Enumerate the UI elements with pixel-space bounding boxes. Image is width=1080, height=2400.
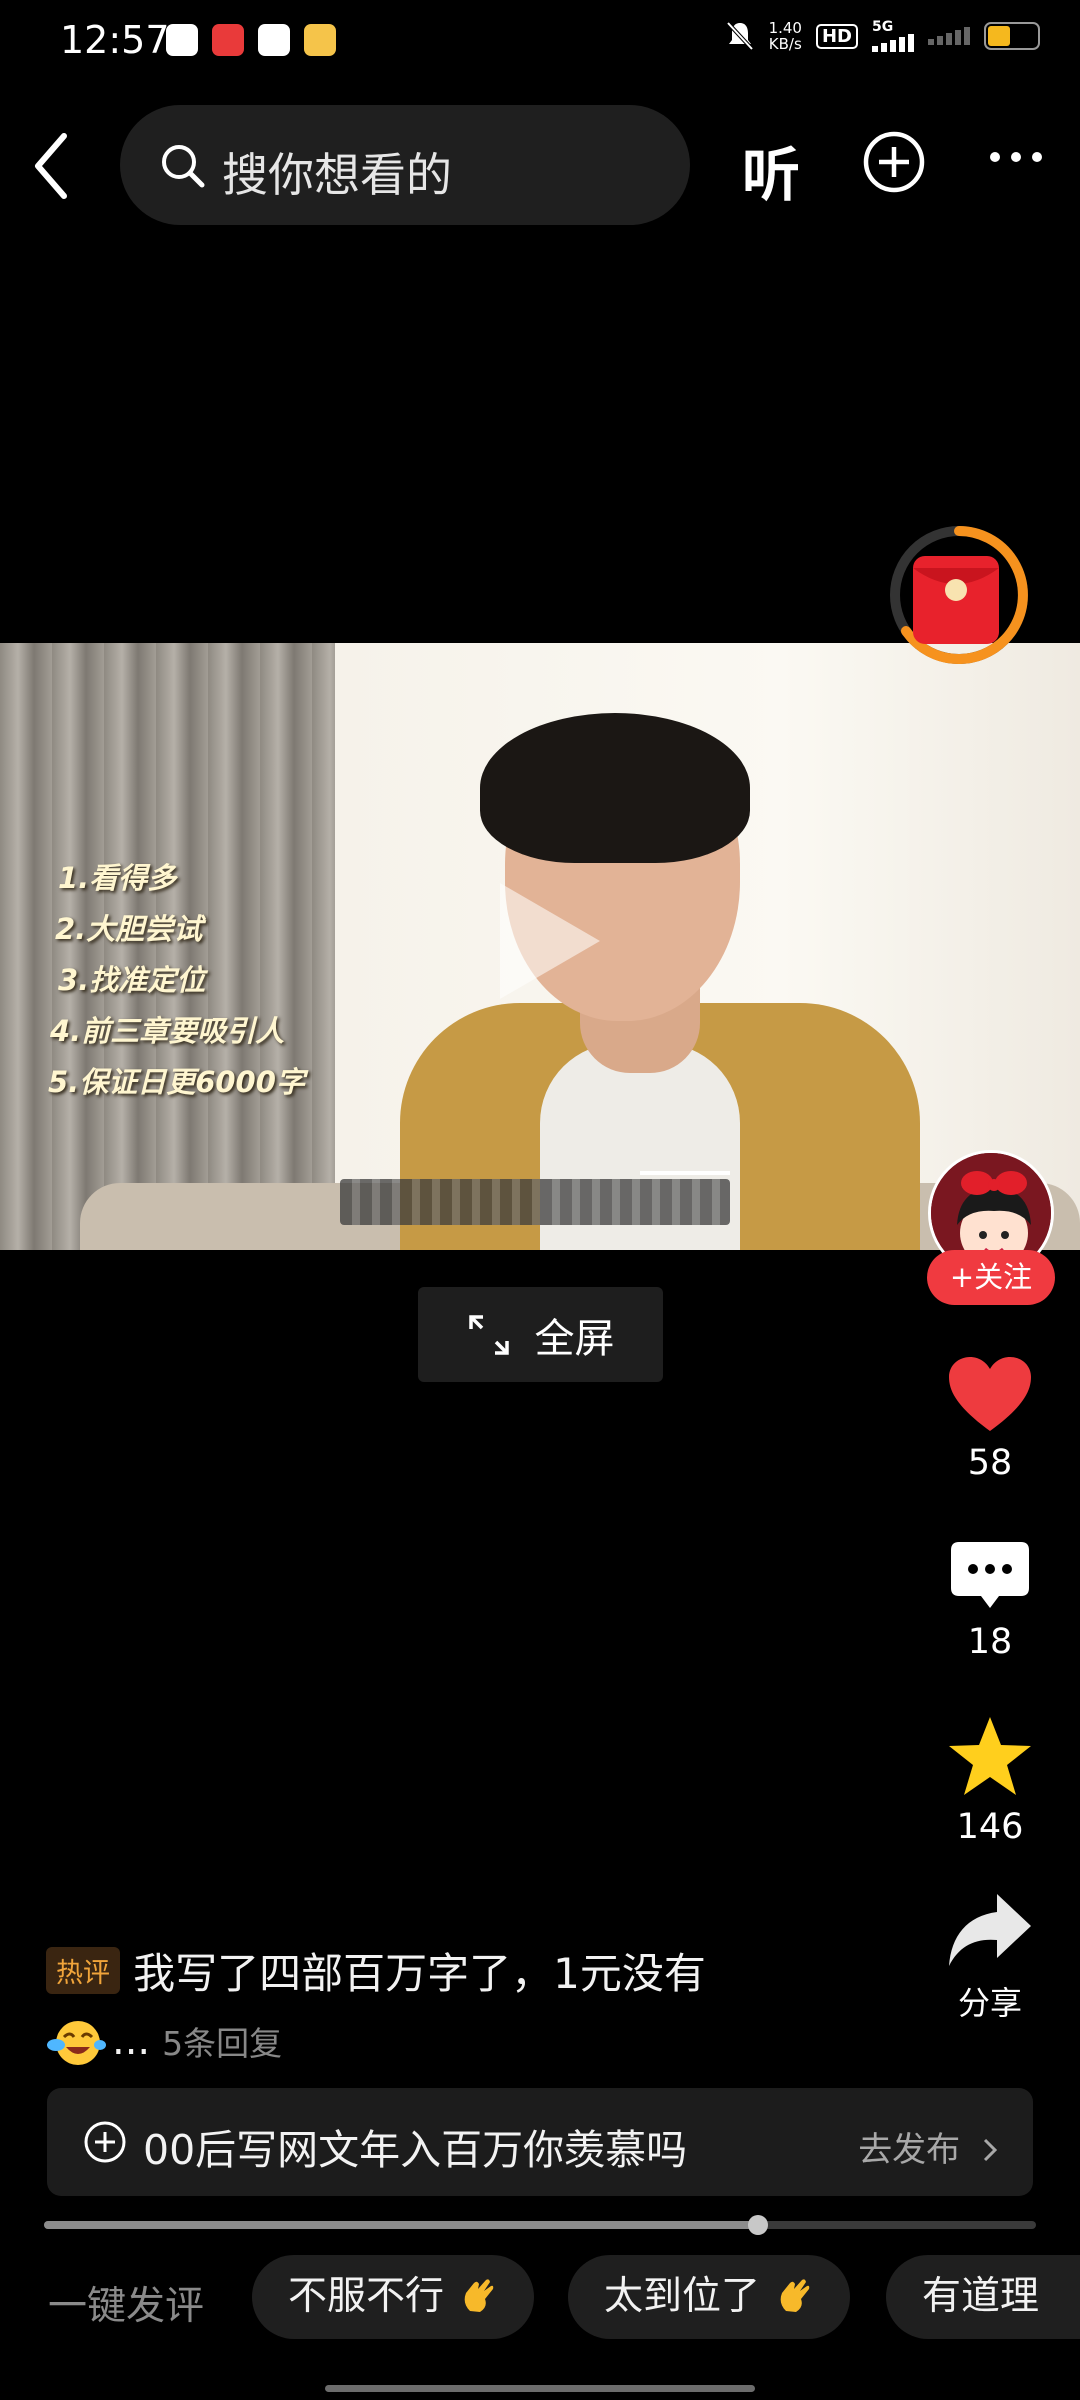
video-overlay-item: 2.大胆尝试 [55, 912, 203, 946]
search-input[interactable]: 搜你想看的 [120, 105, 690, 225]
video-person-hair [480, 713, 750, 863]
add-circle-icon [84, 2121, 126, 2163]
publish-label: 去发布 [858, 2130, 961, 2170]
net-speed: 1.40 KB/s [769, 20, 802, 52]
quick-comment-label: 一键发评 [48, 2284, 205, 2329]
video-overlay-list: 1.看得多 2.大胆尝试 3.找准定位 4.前三章要吸引人 5.保证日更6000… [48, 853, 305, 1108]
chip-label: 不服不行 [288, 2274, 445, 2319]
video-player[interactable]: 1.看得多 2.大胆尝试 3.找准定位 4.前三章要吸引人 5.保证日更6000… [0, 643, 1080, 1250]
search-placeholder: 搜你想看的 [222, 148, 452, 202]
listen-button[interactable]: 听 [742, 128, 800, 212]
quick-comment-chip[interactable]: 太到位了 [568, 2255, 851, 2339]
toutiao-notification-icon [212, 24, 244, 56]
progress-fill [44, 2221, 759, 2229]
share-label: 分享 [957, 1984, 1022, 2022]
hot-comment[interactable]: 热评 我写了四部百万字了，1元没有 ... 5条回复 [46, 1940, 886, 2067]
app-notification-icon [166, 24, 198, 56]
caption-arrow [640, 1171, 730, 1175]
like-button[interactable]: 58 [920, 1355, 1060, 1483]
video-overlay-item: 3.找准定位 [58, 963, 206, 997]
quick-comment-chip[interactable]: 有道理 [886, 2255, 1080, 2339]
topic-bar[interactable]: 00后写网文年入百万你羡慕吗 去发布 [47, 2088, 1033, 2196]
clap-emoji-icon [465, 2279, 494, 2312]
laughing-crying-emoji-icon [47, 2021, 106, 2065]
hot-comment-text: 我写了四部百万字了，1元没有 [133, 1949, 706, 1998]
share-button[interactable]: 分享 [920, 1892, 1060, 2024]
expand-icon [468, 1314, 509, 1355]
reply-count[interactable]: 5条回复 [162, 2017, 282, 2065]
video-progress-bar[interactable] [44, 2215, 1036, 2235]
mail-notification-icon [258, 24, 290, 56]
comment-ellipsis: ... [112, 2018, 151, 2064]
signal-icon [872, 34, 914, 52]
heart-icon [949, 1357, 1031, 1431]
publish-link[interactable]: 去发布 [858, 2122, 999, 2171]
home-indicator[interactable] [325, 2385, 755, 2392]
blurred-caption [340, 1179, 730, 1225]
hd-badge: HD [815, 23, 858, 49]
chip-label: 太到位了 [604, 2274, 761, 2319]
quick-comment-chip[interactable]: 不服不行 [252, 2255, 535, 2339]
signal-2-icon [928, 27, 970, 45]
star-icon [949, 1717, 1031, 1795]
net-speed-unit: KB/s [768, 35, 802, 53]
video-overlay-item: 5.保证日更6000字 [48, 1065, 305, 1099]
chevron-right-icon [983, 2138, 998, 2162]
hot-comment-tag: 热评 [46, 1947, 120, 1994]
battery-fill [988, 26, 1010, 46]
progress-thumb[interactable] [748, 2215, 769, 2235]
favorite-count: 146 [956, 1807, 1024, 1847]
net-speed-value: 1.40 [768, 19, 802, 37]
mute-icon [726, 21, 754, 51]
comment-icon [951, 1542, 1029, 1608]
chip-label: 有道理 [922, 2274, 1040, 2319]
video-overlay-item: 4.前三章要吸引人 [50, 1014, 285, 1048]
follow-button[interactable]: +关注 [927, 1250, 1055, 1305]
like-count: 58 [967, 1443, 1013, 1483]
fullscreen-label: 全屏 [534, 1315, 615, 1362]
network-type: 5G [872, 19, 894, 35]
comment-button[interactable]: 18 [920, 1540, 1060, 1662]
favorite-button[interactable]: 146 [920, 1715, 1060, 1847]
video-overlay-item: 1.看得多 [58, 861, 177, 895]
share-arrow-icon [949, 1894, 1031, 1966]
back-icon[interactable] [30, 128, 76, 204]
fullscreen-button[interactable]: 全屏 [418, 1287, 663, 1382]
system-status: 1.40 KB/s HD 5G [725, 20, 1040, 52]
status-time: 12:57 [60, 18, 170, 62]
battery-icon [984, 22, 1040, 50]
search-icon [162, 145, 205, 188]
cell-signal-5g: 5G [872, 20, 914, 52]
add-icon[interactable] [862, 130, 926, 194]
comment-count: 18 [967, 1622, 1013, 1662]
weibo-notification-icon [304, 24, 336, 56]
red-packet-icon[interactable] [884, 520, 1034, 670]
notification-icons [166, 24, 336, 56]
status-bar: 12:57 1.40 KB/s HD 5G [0, 0, 1080, 84]
more-icon[interactable] [988, 150, 1044, 164]
topic-text: 00后写网文年入百万你羡慕吗 [143, 2126, 688, 2174]
play-icon[interactable] [500, 883, 600, 999]
clap-emoji-icon [781, 2279, 810, 2312]
